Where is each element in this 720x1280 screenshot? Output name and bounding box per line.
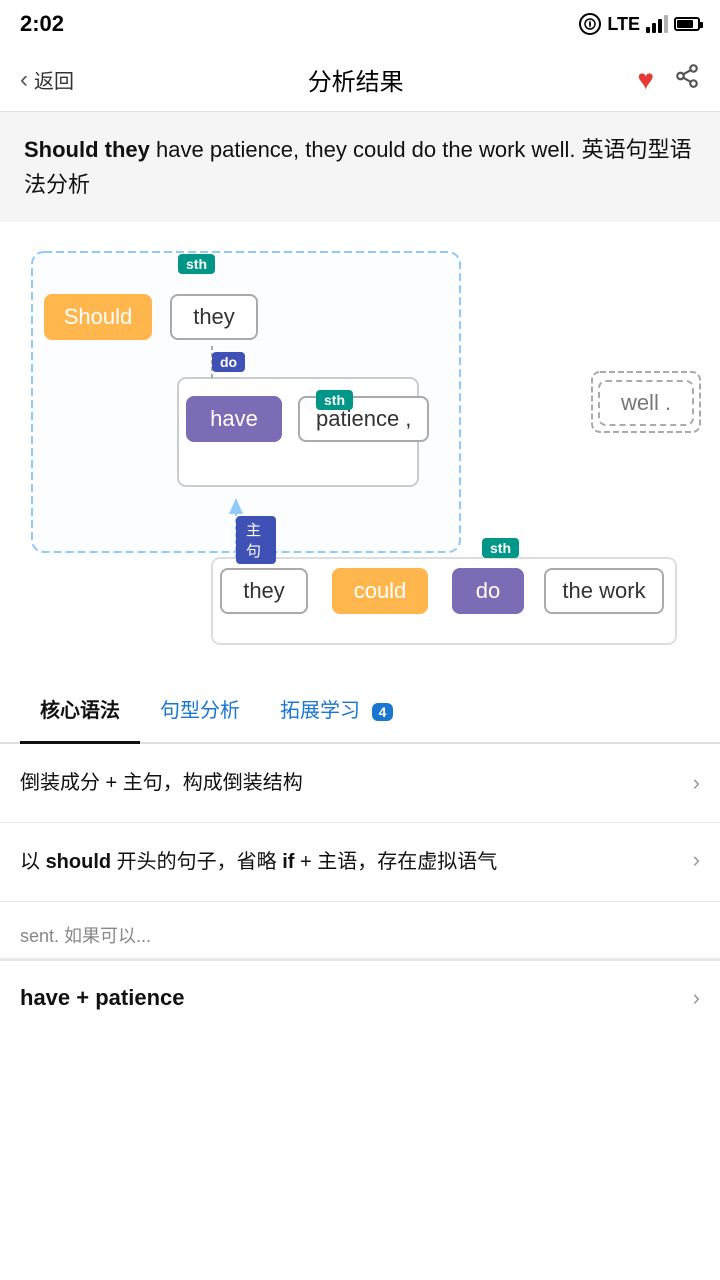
tab-core[interactable]: 核心语法 [20, 676, 140, 744]
grammar-item-2-text: 以 should 开头的句子，省略 if + 主语，存在虚拟语气 [20, 847, 681, 877]
word-thework: the work [544, 568, 664, 614]
signal-icon [646, 15, 668, 33]
favorite-icon[interactable]: ♥ [637, 64, 654, 96]
sentence-section: Should they have patience, they could do… [0, 112, 720, 222]
word-they1: they [170, 294, 258, 340]
sentence-they1: they [105, 137, 150, 162]
chevron-right-icon-1: › [693, 770, 700, 796]
chevron-right-icon-2: › [693, 847, 700, 873]
page-title: 分析结果 [74, 62, 637, 97]
tab-sentence[interactable]: 句型分析 [140, 676, 260, 744]
zhuju-label: 主句 [236, 516, 276, 564]
word-do2: do [452, 568, 524, 614]
bold-if: if [282, 851, 294, 873]
tab-core-label: 核心语法 [40, 700, 120, 722]
grammar-item-2[interactable]: 以 should 开头的句子，省略 if + 主语，存在虚拟语气 › [0, 823, 720, 902]
sub-text-item: sent. 如果可以... [0, 902, 720, 959]
tag-sth3: sth [482, 538, 519, 558]
sentence-text: Should they have patience, they could do… [24, 132, 696, 202]
back-arrow-icon: ‹ [20, 66, 28, 94]
status-bar: 2:02 LTE [0, 0, 720, 48]
app-icon [579, 13, 601, 35]
diagram-container: sth Should they do sth have patience , w… [16, 242, 704, 662]
back-button[interactable]: ‹ 返回 [20, 65, 74, 94]
lte-label: LTE [607, 14, 640, 35]
word-could: could [332, 568, 428, 614]
tab-sentence-label: 句型分析 [160, 700, 240, 722]
tag-do1: do [212, 352, 245, 372]
word-should: Should [44, 294, 152, 340]
grammar-items: 倒装成分 + 主句，构成倒装结构 › 以 should 开头的句子，省略 if … [0, 744, 720, 959]
tag-sth1: sth [178, 254, 215, 274]
sentence-should: Should [24, 137, 99, 162]
battery-icon [674, 17, 700, 31]
sub-text: sent. 如果可以... [20, 922, 700, 948]
tab-expand-label: 拓展学习 [280, 700, 360, 722]
chevron-right-icon-bottom: › [693, 985, 700, 1011]
status-time: 2:02 [20, 11, 64, 37]
zhuju-label-container: 主句 [236, 532, 276, 548]
tabs-container: 核心语法 句型分析 拓展学习 4 [0, 676, 720, 744]
back-label: 返回 [34, 65, 74, 94]
header-actions: ♥ [637, 63, 700, 96]
bold-should: should [46, 851, 112, 873]
word-well: well . [598, 380, 694, 426]
tag-sth2: sth [316, 390, 353, 410]
tab-expand[interactable]: 拓展学习 4 [260, 676, 413, 744]
word-have: have [186, 396, 282, 442]
share-icon[interactable] [674, 63, 700, 96]
bottom-grammar-item[interactable]: have + patience › [0, 959, 720, 1035]
status-icons: LTE [579, 13, 700, 35]
grammar-item-1-text: 倒装成分 + 主句，构成倒装结构 [20, 768, 681, 798]
tab-expand-badge: 4 [372, 703, 394, 721]
header: ‹ 返回 分析结果 ♥ [0, 48, 720, 112]
grammar-item-1[interactable]: 倒装成分 + 主句，构成倒装结构 › [0, 744, 720, 823]
word-they2: they [220, 568, 308, 614]
diagram-area: sth Should they do sth have patience , w… [0, 222, 720, 672]
bottom-grammar-text: have + patience [20, 985, 184, 1011]
